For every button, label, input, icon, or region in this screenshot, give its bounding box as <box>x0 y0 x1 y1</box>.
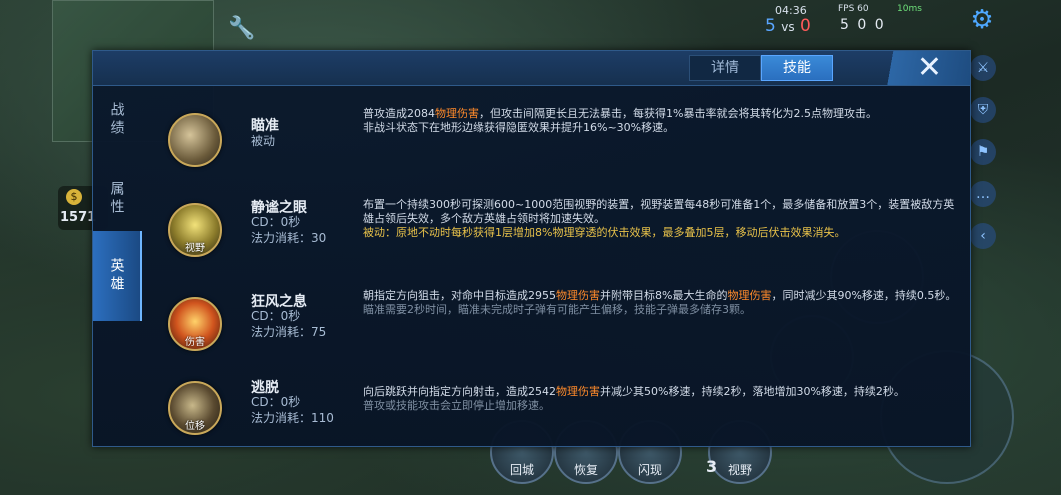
chat-icon[interactable]: … <box>970 181 996 207</box>
panel-header: 详情 技能 ✕ <box>93 50 970 86</box>
gear-icon[interactable]: ⚙ <box>968 6 996 34</box>
ping-readout: 10ms <box>897 4 922 14</box>
desc-segment: ，但攻击间隔更长且无法暴击，每获得1%暴击率就会将其转化为2.5点物理攻击。 <box>479 107 877 120</box>
flag-icon[interactable]: ⚑ <box>970 139 996 165</box>
gale-skill-icon[interactable]: 伤害 <box>168 297 222 351</box>
desc-segment: ，同时减少其90%移速，持续0.5秒。 <box>771 289 957 302</box>
desc-segment: 物理伤害 <box>727 289 772 302</box>
gold-value: 1571 <box>60 210 97 225</box>
desc-segment: 并附带目标8%最大生命的 <box>600 289 728 302</box>
skill-row: 视野 静谧之眼 CD：0秒 法力消耗：30 布置一个持续300秒可探测600~1… <box>140 185 970 275</box>
desc-segment: 瞄准需要2秒时间，瞄准未完成时子弹有可能产生偏移，技能子弹最多储存3颗。 <box>363 303 751 316</box>
skill-row: 位移 逃脱 CD：0秒 法力消耗：110 向后跳跃并向指定方向射击，造成2542… <box>140 363 970 453</box>
score-vs: vs <box>781 20 795 34</box>
skill-icon-tag: 伤害 <box>185 337 205 348</box>
desc-segment: 普攻或技能攻击会立即停止增加移速。 <box>363 399 550 412</box>
desc-segment: 非战斗状态下在地形边缘获得隐匿效果并提升16%~30%移速。 <box>363 121 675 134</box>
heal-label: 恢复 <box>573 463 598 477</box>
desc-segment: 布置一个持续300秒可探测600~1000范围视野的装置，视野装置每48秒可准备… <box>363 198 955 225</box>
skill-icon-tag: 视野 <box>185 243 205 254</box>
shield-icon[interactable]: ⛨ <box>970 97 996 123</box>
desc-segment: 物理伤害 <box>435 107 479 120</box>
kda-stats: 5 0 0 <box>840 17 886 33</box>
escape-skill-icon[interactable]: 位移 <box>168 381 222 435</box>
skill-meta-type: 被动 <box>251 134 276 148</box>
right-side-icons: ⚔ ⛨ ⚑ … ‹ <box>970 55 1000 265</box>
tab-skills[interactable]: 技能 <box>761 55 833 81</box>
skill-list: 瞄准 被动 普攻造成2084物理伤害，但攻击间隔更长且无法暴击，每获得1%暴击率… <box>140 85 970 446</box>
chevron-left-icon[interactable]: ‹ <box>970 223 996 249</box>
skill-cd: CD：0秒 <box>251 215 301 229</box>
skill-mana: 法力消耗：110 <box>251 411 334 425</box>
close-icon: ✕ <box>916 50 942 85</box>
hero-info-panel: 详情 技能 ✕ 战绩 属性 英雄 瞄准 被动 普攻造成2084物理伤害，但攻击间… <box>92 50 971 447</box>
desc-segment: 物理伤害 <box>556 385 600 398</box>
fps-readout: FPS 60 <box>838 4 869 14</box>
side-tabs: 战绩 属性 英雄 <box>93 51 142 446</box>
tab-details[interactable]: 详情 <box>689 55 761 81</box>
desc-segment: 普攻造成2084 <box>363 107 435 120</box>
wrench-icon[interactable]: 🔧 <box>228 16 255 41</box>
skill-row: 瞄准 被动 普攻造成2084物理伤害，但攻击间隔更长且无法暴击，每获得1%暴击率… <box>140 95 970 185</box>
skill-icon-tag: 位移 <box>185 421 205 432</box>
desc-segment: 向后跳跃并向指定方向射击，造成2542 <box>363 385 556 398</box>
vision-label: 视野 <box>727 463 752 477</box>
desc-segment: 被动：原地不动时每秒获得1层增加8%物理穿透的伏击效果，最多叠加5层，移动后伏击… <box>363 226 846 239</box>
desc-segment: 并减少其50%移速，持续2秒，落地增加30%移速，持续2秒。 <box>600 385 905 398</box>
side-tab-record[interactable]: 战绩 <box>93 51 140 169</box>
score-red: 0 <box>800 16 811 36</box>
skill-description: 布置一个持续300秒可探测600~1000范围视野的装置，视野装置每48秒可准备… <box>363 198 958 240</box>
side-tab-attributes[interactable]: 属性 <box>93 169 140 229</box>
kill-score: 5 vs 0 <box>765 16 811 36</box>
skill-description: 普攻造成2084物理伤害，但攻击间隔更长且无法暴击，每获得1%暴击率就会将其转化… <box>363 107 958 135</box>
skill-mana: 法力消耗：75 <box>251 325 327 339</box>
skill-cd: CD：0秒 <box>251 395 301 409</box>
flash-label: 闪现 <box>637 463 662 477</box>
skill-level: 3 <box>706 457 718 476</box>
eye-skill-icon[interactable]: 视野 <box>168 203 222 257</box>
close-button[interactable]: ✕ <box>870 50 970 85</box>
skill-row: 伤害 狂风之息 CD：0秒 法力消耗：75 朝指定方向狙击，对命中目标造成295… <box>140 279 970 369</box>
top-tabs: 详情 技能 <box>689 55 833 81</box>
side-tab-hero[interactable]: 英雄 <box>93 231 142 321</box>
skill-mana: 法力消耗：30 <box>251 231 327 245</box>
skill-name: 瞄准 <box>251 118 279 134</box>
recall-label: 回城 <box>509 463 534 477</box>
skill-description: 向后跳跃并向指定方向射击，造成2542物理伤害并减少其50%移速，持续2秒，落地… <box>363 385 958 413</box>
gold-coin-icon: $ <box>66 189 82 205</box>
desc-segment: 物理伤害 <box>556 289 600 302</box>
aim-skill-icon[interactable] <box>168 113 222 167</box>
score-blue: 5 <box>765 16 776 36</box>
desc-segment: 朝指定方向狙击，对命中目标造成2955 <box>363 289 556 302</box>
skill-cd: CD：0秒 <box>251 309 301 323</box>
sword-icon[interactable]: ⚔ <box>970 55 996 81</box>
skill-description: 朝指定方向狙击，对命中目标造成2955物理伤害并附带目标8%最大生命的物理伤害，… <box>363 289 958 317</box>
